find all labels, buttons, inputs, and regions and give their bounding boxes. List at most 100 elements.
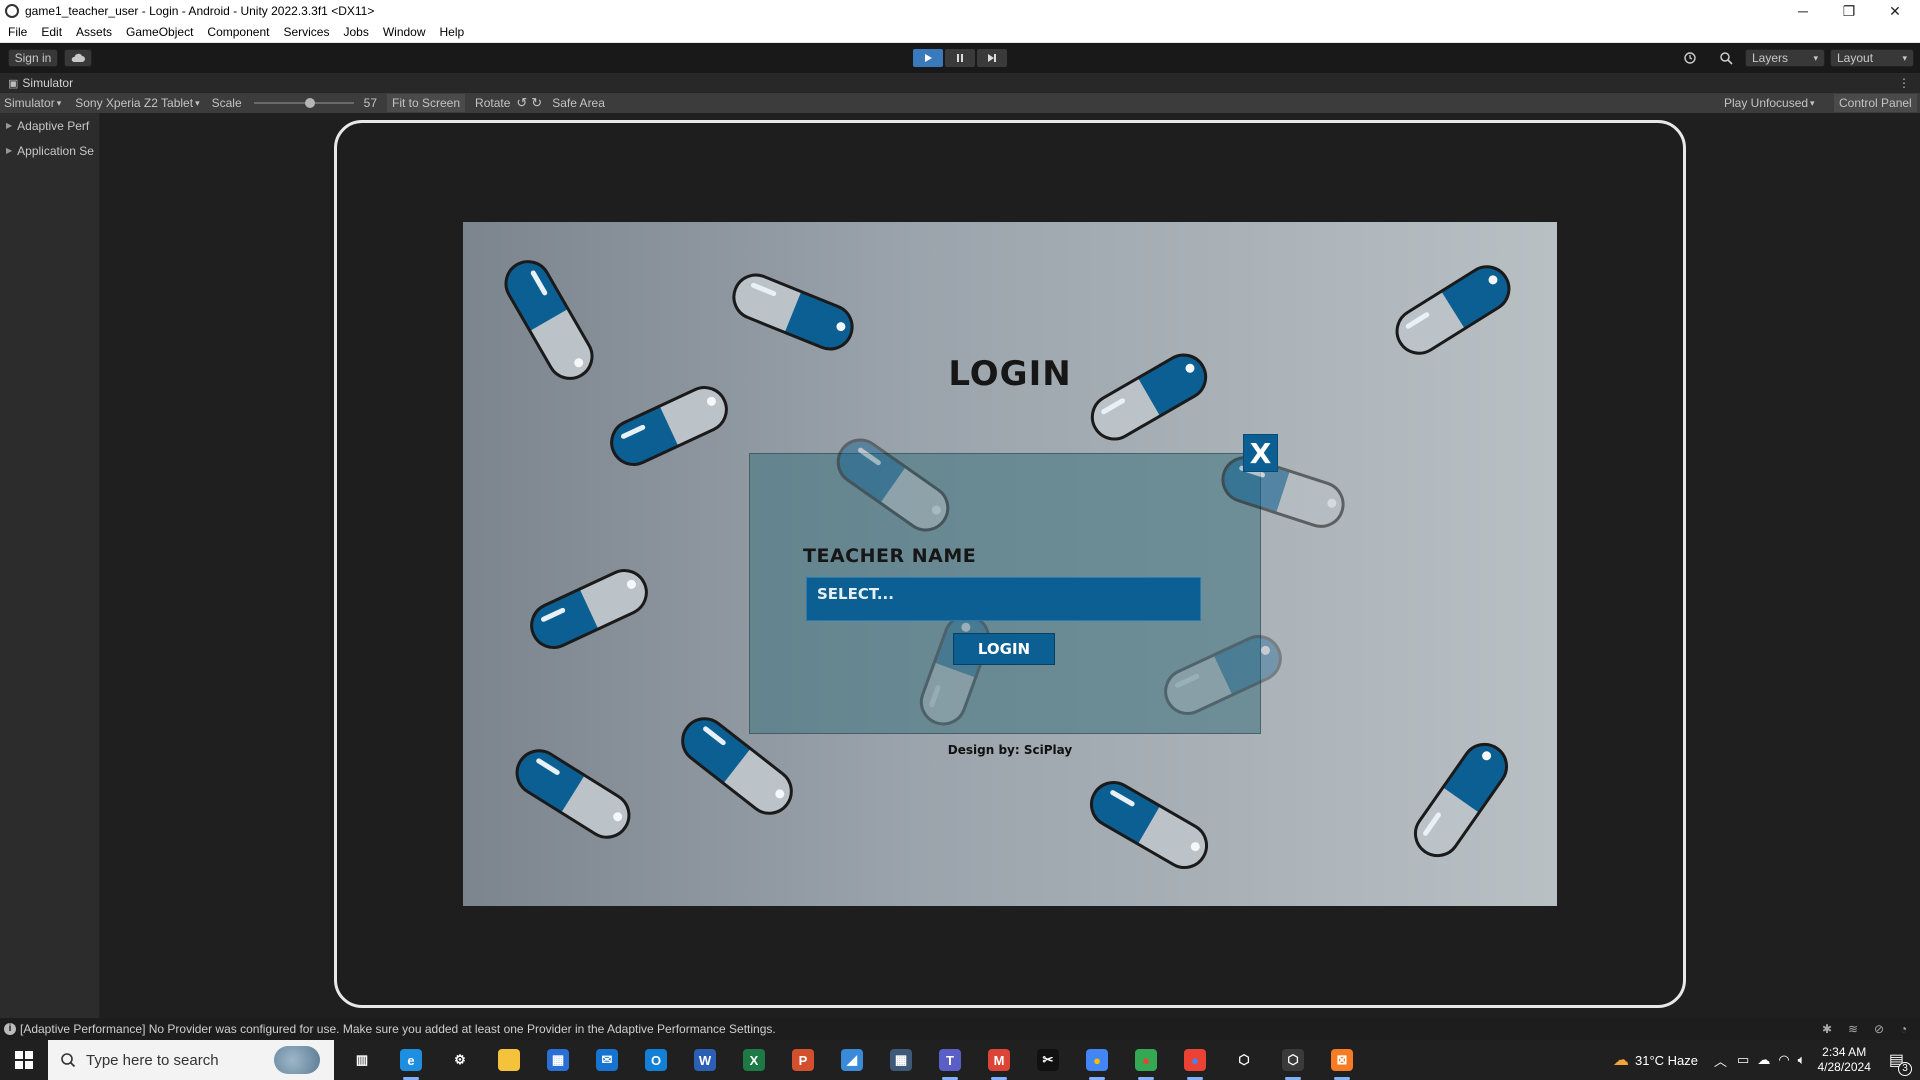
taskbar-app-unity-editor[interactable]: ⬡	[1273, 1046, 1313, 1080]
search-placeholder: Type here to search	[86, 1051, 219, 1069]
close-window-button[interactable]: ✕	[1872, 0, 1918, 22]
chevron-down-icon: ▾	[1813, 52, 1818, 63]
taskbar-app-chrome-m[interactable]: M	[979, 1046, 1019, 1080]
taskbar-app-task-view[interactable]: ▥	[342, 1046, 382, 1074]
rotate-left-icon[interactable]: ↺	[516, 95, 527, 111]
layers-dropdown[interactable]: Layers ▾	[1745, 49, 1825, 67]
menu-gameobject[interactable]: GameObject	[126, 25, 193, 39]
design-credit: Design by: SciPlay	[947, 743, 1073, 757]
menu-file[interactable]: File	[8, 25, 27, 39]
fit-to-screen-button[interactable]: Fit to Screen	[387, 94, 466, 112]
device-dropdown[interactable]: Sony Xperia Z2 Tablet	[71, 96, 203, 110]
onedrive-icon[interactable]: ☁	[1757, 1052, 1770, 1068]
windows-logo-icon	[15, 1051, 33, 1069]
excel-icon: X	[743, 1049, 765, 1071]
menu-jobs[interactable]: Jobs	[343, 25, 368, 39]
simulator-tab[interactable]: ▣ Simulator ⋮	[0, 73, 1920, 93]
volume-icon[interactable]: 🔈︎	[1798, 1052, 1806, 1068]
rotate-right-icon[interactable]: ↻	[531, 95, 542, 111]
safe-area-toggle[interactable]: Safe Area	[552, 96, 605, 110]
taskbar-app-xampp[interactable]: ⊠	[1322, 1046, 1362, 1080]
history-button[interactable]	[1677, 49, 1703, 67]
taskbar-app-teams[interactable]: T	[930, 1046, 970, 1080]
pause-icon	[957, 54, 963, 62]
taskbar-app-store[interactable]: ▦	[538, 1046, 578, 1074]
foldout-application-settings[interactable]: ▶ Application Se	[0, 138, 99, 163]
network-icon[interactable]: ◠	[1778, 1052, 1789, 1068]
meet-icon[interactable]: ▭	[1737, 1052, 1749, 1068]
minimize-button[interactable]: ─	[1780, 0, 1826, 22]
weather-icon: ☁	[1613, 1052, 1629, 1069]
triangle-right-icon: ▶	[6, 121, 13, 130]
step-button[interactable]	[977, 49, 1007, 67]
layout-dropdown[interactable]: Layout ▾	[1830, 49, 1914, 67]
clock[interactable]: 2:34 AM 4/28/2024	[1817, 1045, 1870, 1075]
sign-in-button[interactable]: Sign in	[8, 49, 58, 67]
taskbar-app-chrome-3[interactable]: ●	[1175, 1046, 1215, 1080]
more-options-icon[interactable]: ⋮	[1898, 76, 1910, 90]
capsule-pill-1	[727, 268, 859, 356]
progress-icon[interactable]: ◔	[1900, 1022, 1907, 1036]
simulator-toolbar: Simulator Sony Xperia Z2 Tablet Scale 57…	[0, 93, 1920, 113]
title-bar: game1_teacher_user - Login - Android - U…	[0, 0, 1920, 22]
foldout-adaptive-performance[interactable]: ▶ Adaptive Perf	[0, 113, 99, 138]
console-status-bar[interactable]: i [Adaptive Performance] No Provider was…	[0, 1018, 1920, 1040]
notification-count: 3	[1898, 1062, 1912, 1076]
menu-edit[interactable]: Edit	[41, 25, 62, 39]
taskbar-app-chrome-2[interactable]: ●	[1126, 1046, 1166, 1080]
taskbar-app-unity-hub[interactable]: ⬡	[1224, 1046, 1264, 1074]
clock-time: 2:34 AM	[1822, 1045, 1867, 1059]
foldout-label: Adaptive Perf	[17, 118, 90, 133]
capsule-pill-6	[508, 742, 638, 846]
capsule-pill-3	[1388, 258, 1518, 362]
simulator-mode-dropdown[interactable]: Simulator	[0, 96, 65, 110]
start-button[interactable]	[0, 1040, 48, 1080]
slider-thumb[interactable]	[304, 98, 315, 108]
menu-component[interactable]: Component	[207, 25, 269, 39]
play-button[interactable]	[913, 49, 943, 67]
xampp-icon: ⊠	[1331, 1049, 1353, 1071]
chrome-2-icon: ●	[1135, 1049, 1157, 1071]
control-panel-button[interactable]: Control Panel	[1834, 94, 1917, 112]
teacher-select-dropdown[interactable]: SELECT...	[806, 577, 1201, 621]
taskbar-app-settings[interactable]: ⚙	[440, 1046, 480, 1074]
play-mode-dropdown[interactable]: Play Unfocused	[1720, 96, 1819, 110]
close-button[interactable]: X	[1243, 434, 1278, 472]
capsule-pill-5	[524, 563, 654, 655]
taskbar-app-outlook[interactable]: O	[636, 1046, 676, 1074]
chrome-1-icon: ●	[1086, 1049, 1108, 1071]
taskbar-search[interactable]: Type here to search	[48, 1040, 334, 1080]
taskbar-app-word[interactable]: W	[685, 1046, 725, 1074]
menu-assets[interactable]: Assets	[76, 25, 112, 39]
stack-icon[interactable]: ≋	[1848, 1022, 1858, 1036]
taskbar-app-powerpoint[interactable]: P	[783, 1046, 823, 1074]
app-blue-icon: ◢	[841, 1049, 863, 1071]
taskbar-app-edge[interactable]: e	[391, 1046, 431, 1080]
menu-help[interactable]: Help	[440, 25, 465, 39]
play-icon	[925, 54, 932, 62]
taskbar-app-mail[interactable]: ✉	[587, 1046, 627, 1074]
taskbar-app-excel[interactable]: X	[734, 1046, 774, 1074]
login-button[interactable]: LOGIN	[953, 633, 1055, 665]
restore-button[interactable]: ❐	[1826, 0, 1872, 22]
taskbar-app-capcut[interactable]: ✂	[1028, 1046, 1068, 1074]
notification-icon[interactable]: ▤ 3	[1889, 1050, 1912, 1076]
taskbar-app-app-blue[interactable]: ◢	[832, 1046, 872, 1074]
cloud-button[interactable]	[64, 49, 92, 67]
search-button[interactable]	[1713, 49, 1739, 67]
disabled-icon[interactable]: ⊘	[1874, 1022, 1884, 1036]
pause-button[interactable]	[945, 49, 975, 67]
debug-icon[interactable]: ✱	[1822, 1022, 1832, 1036]
weather-text[interactable]: 31°C Haze	[1635, 1053, 1698, 1068]
unity-logo-icon	[5, 4, 19, 18]
clock-date: 4/28/2024	[1817, 1060, 1871, 1074]
taskbar-app-calculator[interactable]: ▦	[881, 1046, 921, 1074]
scale-slider[interactable]	[253, 97, 354, 109]
taskbar-app-file-explorer[interactable]	[489, 1046, 529, 1074]
menu-window[interactable]: Window	[383, 25, 426, 39]
taskbar-app-chrome-1[interactable]: ●	[1077, 1046, 1117, 1080]
menu-services[interactable]: Services	[283, 25, 329, 39]
system-tray: ☁ 31°C Haze ︿ ▭ ☁ ◠ 🔈︎ 2:34 AM 4/28/2024…	[1613, 1040, 1920, 1080]
chevron-up-icon[interactable]: ︿	[1714, 1051, 1727, 1070]
simulator-side-panel: ▶ Adaptive Perf ▶ Application Se	[0, 113, 100, 1018]
